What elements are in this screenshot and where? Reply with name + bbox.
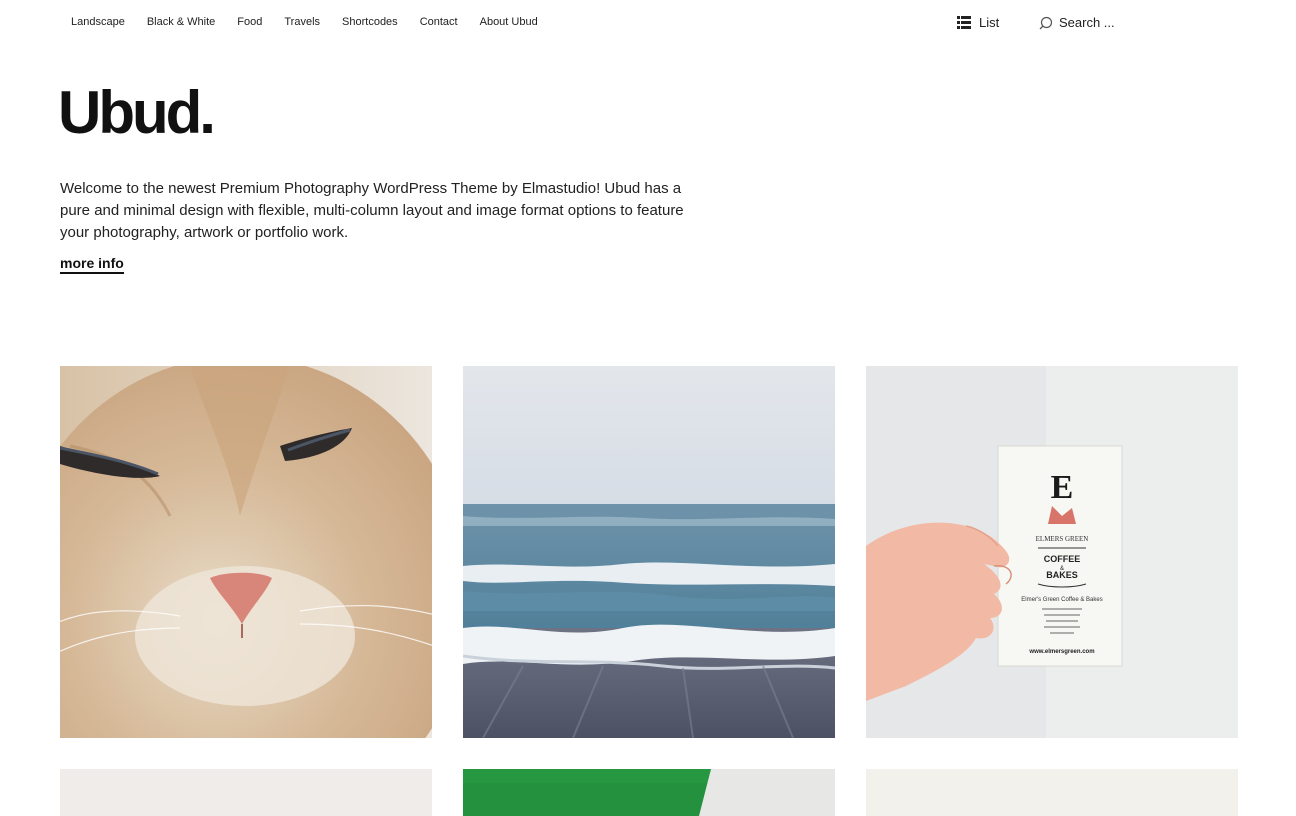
nav-item-food[interactable]: Food: [237, 16, 262, 28]
cat-photo: [60, 366, 432, 738]
nav-item-landscape[interactable]: Landscape: [71, 16, 125, 28]
nav-item-shortcodes[interactable]: Shortcodes: [342, 16, 398, 28]
nav-item-black-white[interactable]: Black & White: [147, 16, 215, 28]
nav-item-contact[interactable]: Contact: [420, 16, 458, 28]
nav-item-about[interactable]: About Ubud: [480, 16, 538, 28]
list-view-toggle[interactable]: List: [957, 15, 999, 30]
gallery-item-cat[interactable]: [60, 366, 432, 738]
list-icon: [957, 16, 971, 29]
site-intro: Welcome to the newest Premium Photograph…: [60, 180, 684, 241]
search-input[interactable]: [1059, 15, 1179, 30]
gallery-item-light-2[interactable]: [866, 769, 1238, 816]
gallery-item-light-1[interactable]: [60, 769, 432, 816]
card-headline-top: COFFEE: [1044, 554, 1081, 564]
ocean-photo: [463, 366, 835, 738]
gallery-item-card[interactable]: E ELMERS GREEN COFFEE & BAKES Elmer's Gr…: [866, 366, 1238, 738]
card-brand: ELMERS GREEN: [1036, 535, 1089, 543]
green-photo: [463, 769, 835, 816]
list-view-label: List: [979, 15, 1000, 30]
gallery-item-ocean[interactable]: [463, 366, 835, 738]
gallery-item-green[interactable]: [463, 769, 835, 816]
search-icon: [1039, 16, 1053, 30]
card-subtitle: Elmer's Green Coffee & Bakes: [1021, 597, 1102, 603]
card-letter: E: [1051, 469, 1074, 506]
primary-menu: Landscape Black & White Food Travels Sho…: [60, 16, 549, 28]
nav-item-travels[interactable]: Travels: [284, 16, 320, 28]
site-title[interactable]: Ubud.: [58, 78, 216, 148]
card-headline-bottom: BAKES: [1046, 570, 1078, 580]
top-navigation: Landscape Black & White Food Travels Sho…: [0, 0, 1296, 48]
card-photo: E ELMERS GREEN COFFEE & BAKES Elmer's Gr…: [866, 366, 1238, 738]
search-box: [1039, 15, 1179, 30]
more-info-link[interactable]: more info: [60, 255, 124, 274]
card-url: www.elmersgreen.com: [1028, 649, 1094, 655]
